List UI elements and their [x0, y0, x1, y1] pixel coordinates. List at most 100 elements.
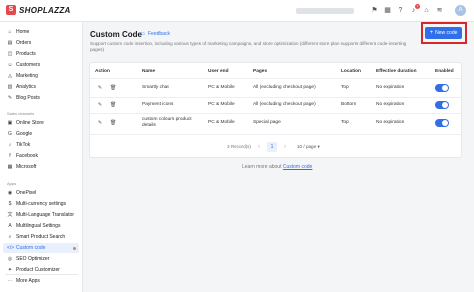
home-icon: ⌂	[8, 29, 12, 35]
avatar[interactable]: A	[455, 5, 466, 16]
sidebar-item-label: OnePixel	[16, 190, 37, 196]
column-header-enabled: Enabled	[435, 69, 454, 74]
sidebar-item-label: Multi-currency settings	[16, 201, 67, 207]
sidebar-item-tiktok[interactable]: ♪ TikTok	[3, 140, 79, 150]
store-icon: ▣	[7, 120, 13, 126]
new-code-button[interactable]: + New code	[425, 27, 462, 39]
sidebar-item-label: Microsoft	[16, 164, 37, 170]
products-icon: ◫	[7, 51, 13, 57]
edit-icon[interactable]: ✎	[97, 85, 103, 91]
wifi-icon[interactable]: ≋	[435, 6, 444, 15]
prev-page-icon[interactable]: ‹	[255, 143, 263, 151]
sidebar-item-google[interactable]: G Google	[3, 129, 79, 139]
sidebar-item-onepixel[interactable]: ◉ OnePixel	[3, 188, 79, 198]
sidebar-item-label: Products	[16, 51, 36, 57]
sidebar-item-seo-optimizer[interactable]: ◎ SEO Optimizer	[3, 254, 79, 264]
sidebar-item-marketing[interactable]: ◬ Marketing	[3, 71, 79, 81]
edit-icon[interactable]: ✎	[97, 120, 103, 126]
column-header-location: Location	[341, 69, 361, 74]
page-description: Support custom code insertion, including…	[90, 41, 407, 53]
sidebar-item-more-apps[interactable]: ⋯ More Apps	[3, 276, 79, 286]
learn-more-link[interactable]: Custom code	[283, 164, 312, 170]
top-icons: ⚑ ▦ ? ♪ 1 ⌂ ≋	[370, 4, 448, 15]
sidebar-item-microsoft[interactable]: ▦ Microsoft	[3, 162, 79, 172]
chevron-down-icon: ▾	[317, 144, 320, 149]
enabled-toggle[interactable]	[435, 119, 449, 127]
seo-icon: ◎	[7, 256, 13, 262]
page-size-select[interactable]: 10 / page ▾	[297, 144, 320, 150]
grid-icon[interactable]: ▦	[383, 6, 392, 15]
row-name: Smartly chat	[142, 85, 169, 90]
row-duration: No expiration	[376, 85, 405, 90]
row-pages: All (excluding checkout page)	[253, 85, 316, 90]
new-code-label: New code	[435, 30, 458, 36]
blog-icon: ✎	[7, 95, 13, 101]
sidebar-item-custom-code[interactable]: </> Custom code	[3, 243, 79, 253]
sidebar-item-label: Smart Product Search	[16, 234, 66, 240]
page-size-label: 10 / page	[297, 144, 317, 149]
logo-mark-icon: S	[6, 5, 16, 15]
learn-more-text: Learn more about	[242, 164, 282, 170]
sidebar-item-label: Marketing	[16, 73, 38, 79]
row-location: Top	[341, 120, 349, 125]
sidebar-item-home[interactable]: ⌂ Home	[3, 27, 79, 37]
row-divider	[90, 134, 461, 135]
sidebar-item-facebook[interactable]: f Facebook	[3, 151, 79, 161]
enabled-toggle[interactable]	[435, 101, 449, 109]
flag-icon[interactable]: ⚑	[370, 6, 379, 15]
marketing-icon: ◬	[8, 73, 12, 79]
enabled-toggle[interactable]	[435, 84, 449, 92]
header-divider	[90, 78, 461, 79]
sidebar-item-label: Multi-Language Translator	[16, 212, 75, 218]
more-icon: ⋯	[7, 278, 13, 284]
column-header-effective-duration: Effective duration	[376, 69, 417, 74]
sidebar-item-label: Analytics	[16, 84, 37, 90]
feedback-link[interactable]: ▭ Feedback	[140, 31, 170, 37]
bell-icon[interactable]: ♪ 1	[409, 4, 420, 15]
sidebar-item-customers[interactable]: ☺ Customers	[3, 60, 79, 70]
logo[interactable]: S SHOPLAZZA	[6, 5, 71, 15]
sidebar-item-label: TikTok	[16, 142, 31, 148]
delete-icon[interactable]: 🗑	[110, 102, 116, 108]
customizer-icon: ✦	[7, 267, 13, 273]
sidebar-divider	[5, 274, 78, 275]
store-name[interactable]	[296, 8, 354, 14]
sidebar-item-orders[interactable]: ▤ Orders	[3, 38, 79, 48]
row-user-end: PC & Mobile	[208, 120, 235, 125]
learn-more: Learn more about Custom code	[242, 164, 312, 170]
onepixel-icon: ◉	[7, 190, 13, 196]
sidebar-item-analytics[interactable]: ▥ Analytics	[3, 82, 79, 92]
sidebar-item-multilingual[interactable]: A Multilingual Settings	[3, 221, 79, 231]
sidebar-item-label: Customers	[16, 62, 41, 68]
row-pages: Special page	[253, 120, 281, 125]
column-header-pages: Pages	[253, 69, 268, 74]
delete-icon[interactable]: 🗑	[110, 120, 116, 126]
help-icon[interactable]: ?	[396, 6, 405, 15]
edit-icon[interactable]: ✎	[97, 102, 103, 108]
page-title: Custom Code	[90, 30, 142, 39]
sidebar-item-online-store[interactable]: ▣ Online Store	[3, 118, 79, 128]
status-dot	[73, 246, 76, 250]
customers-icon: ☺	[7, 62, 13, 68]
sidebar-item-label: Custom code	[16, 245, 46, 251]
page-number-button[interactable]: 1	[267, 142, 277, 152]
sidebar-item-translator[interactable]: 文 Multi-Language Translator	[3, 210, 79, 220]
delete-icon[interactable]: 🗑	[110, 85, 116, 91]
search-icon: ⌕	[8, 234, 12, 240]
row-user-end: PC & Mobile	[208, 85, 235, 90]
sidebar-item-products[interactable]: ◫ Products	[3, 49, 79, 59]
row-location: Top	[341, 85, 349, 90]
tiktok-icon: ♪	[8, 142, 12, 148]
plus-icon: +	[429, 30, 434, 36]
sidebar-item-multi-currency[interactable]: $ Multi-currency settings	[3, 199, 79, 209]
sidebar-item-blog-posts[interactable]: ✎ Blog Posts	[3, 93, 79, 103]
sidebar-item-label: Google	[16, 131, 33, 137]
pagination: 3 Record(s) ‹ 1 › 10 / page ▾	[90, 142, 461, 152]
sidebar-item-label: Facebook	[16, 153, 38, 159]
sidebar-item-product-search[interactable]: ⌕ Smart Product Search	[3, 232, 79, 242]
gift-icon[interactable]: ⌂	[422, 6, 431, 15]
sidebar-item-label: Home	[16, 29, 30, 35]
sidebar-item-label: Orders	[16, 40, 32, 46]
facebook-icon: f	[9, 153, 11, 159]
next-page-icon[interactable]: ›	[281, 143, 289, 151]
